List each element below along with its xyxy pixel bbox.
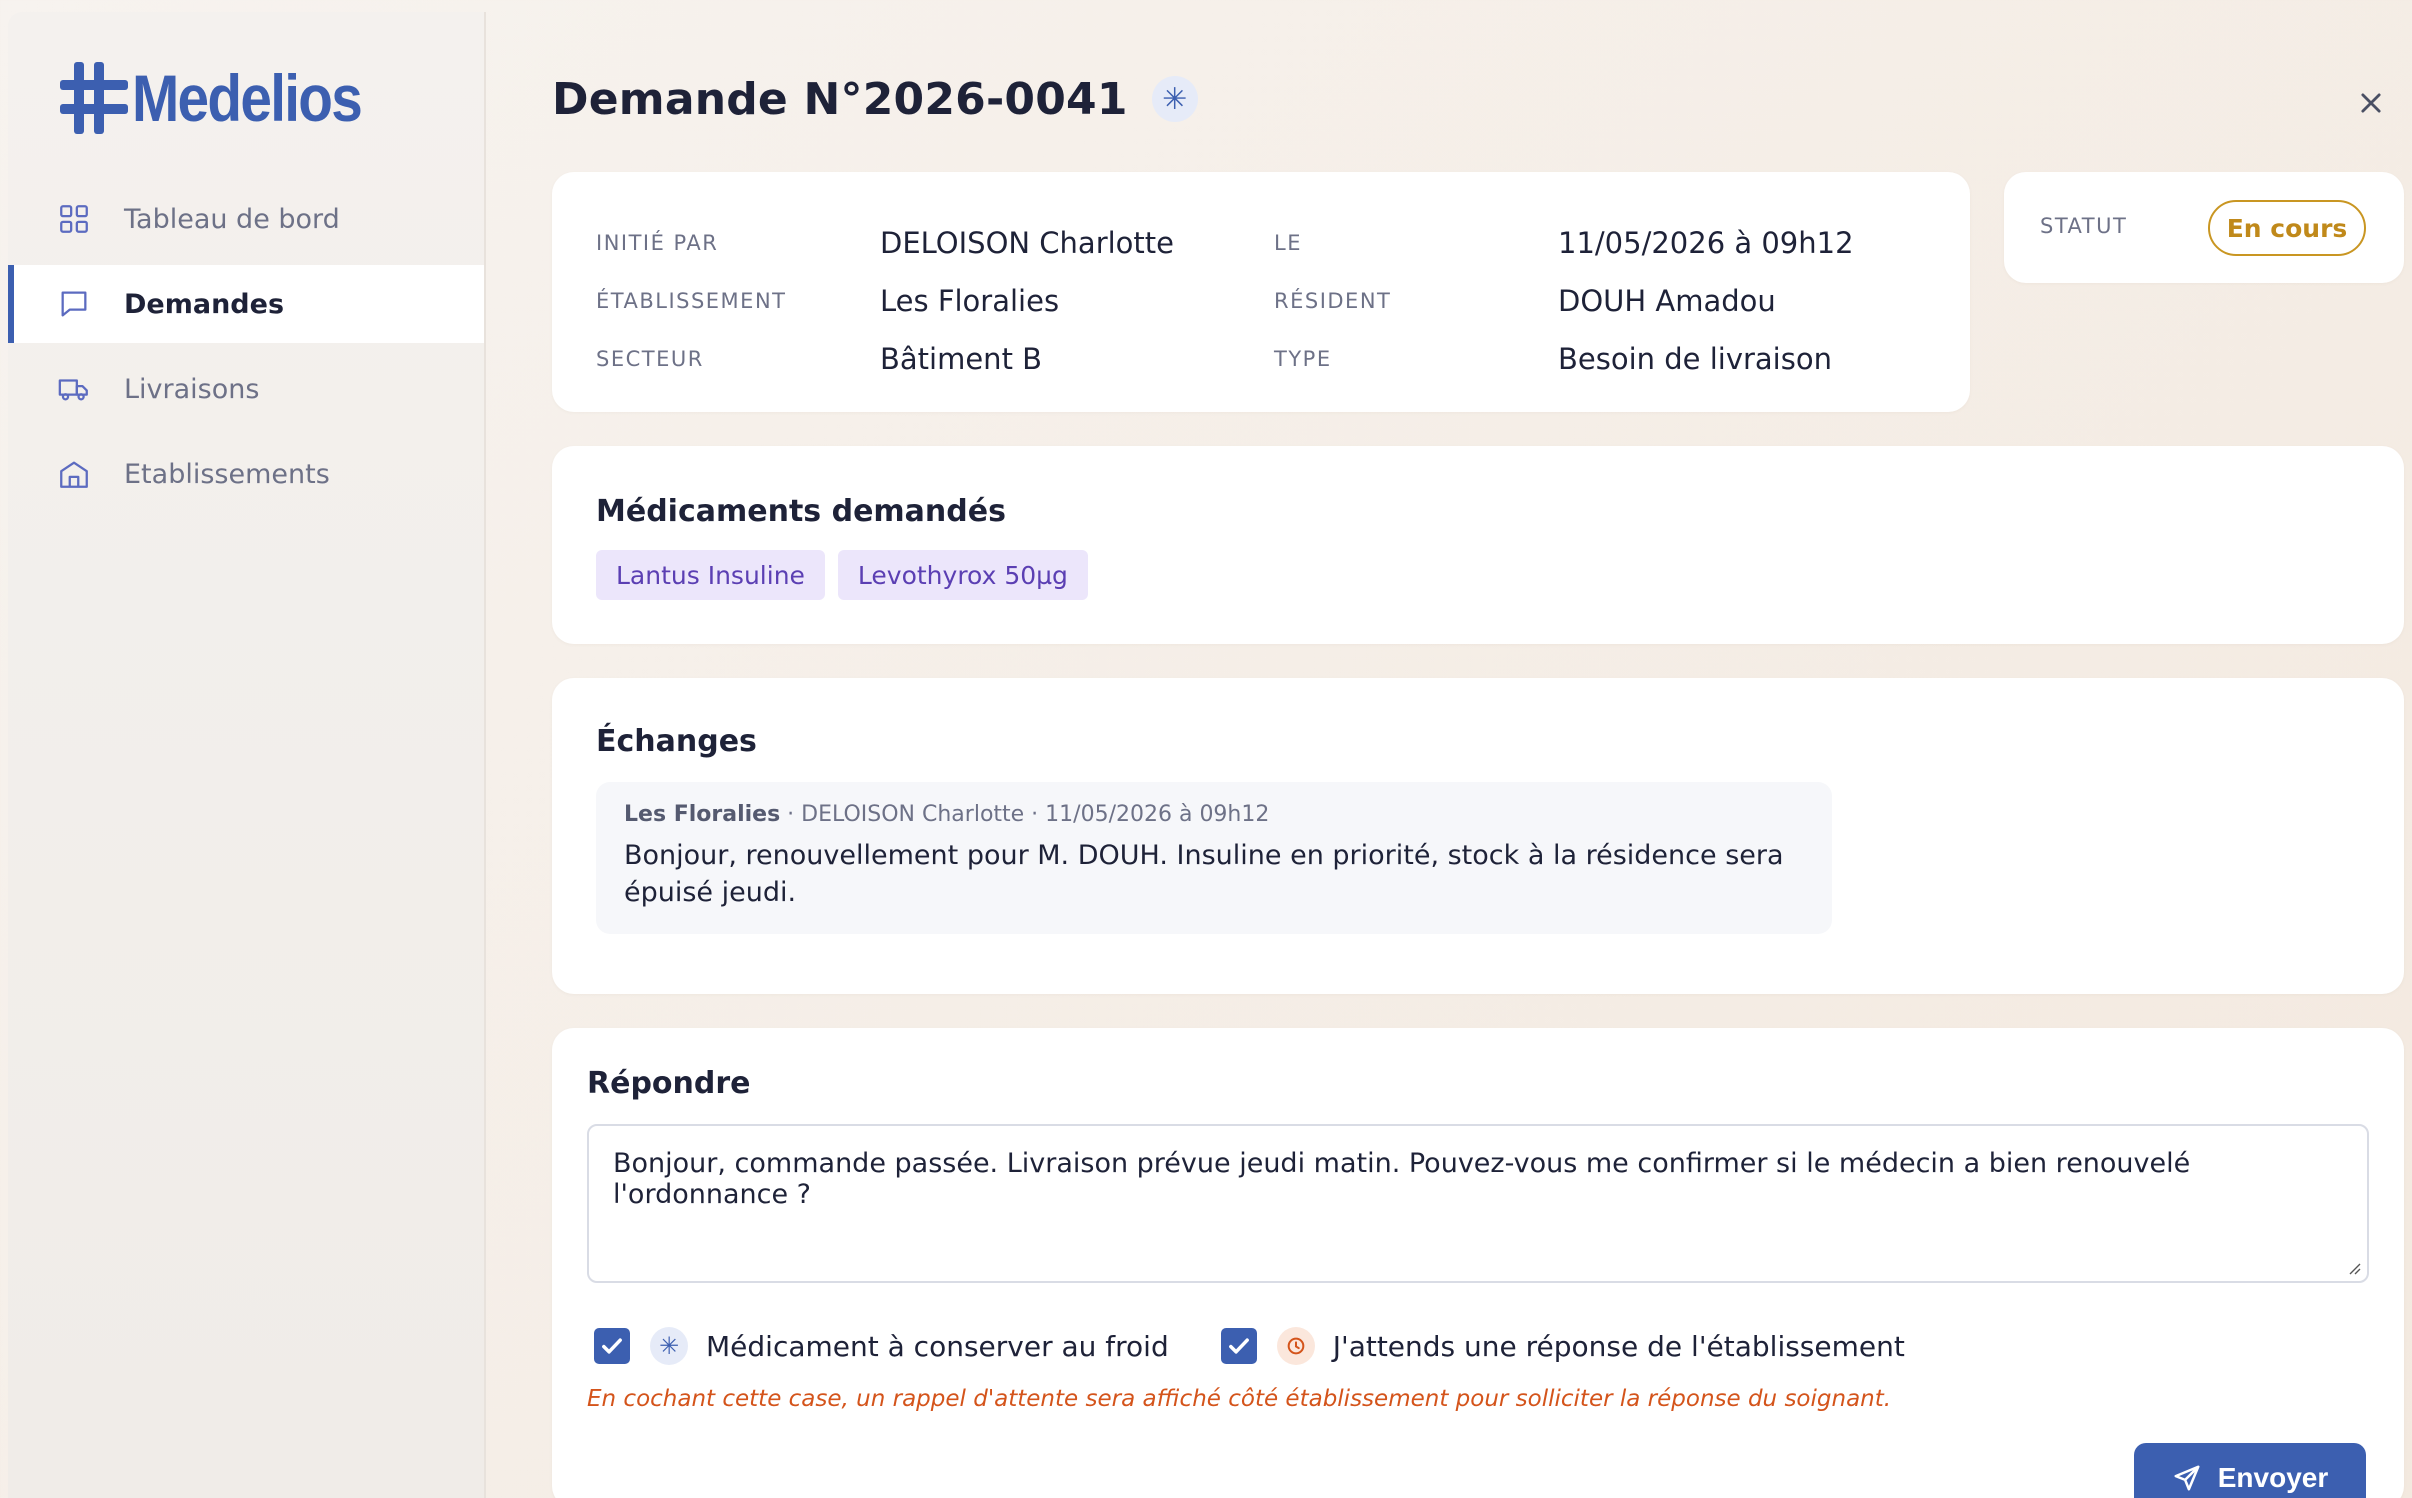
sidebar-item-label: Demandes [124,288,285,320]
sidebar-item-label: Etablissements [124,458,330,490]
sidebar-item-etablissements[interactable]: Etablissements [8,435,484,513]
initiated-by-value: DELOISON Charlotte [880,226,1175,260]
page-header: Demande N°2026-0041 ✳ [552,66,1198,132]
reply-options: ✳ Médicament à conserver au froid J'atte… [594,1324,1905,1368]
facility-value: Les Floralies [880,284,1060,318]
page-title: Demande N°2026-0041 [552,73,1128,125]
sector-value: Bâtiment B [880,342,1043,376]
close-icon [2361,93,2381,113]
sidebar-item-tableau-de-bord[interactable]: Tableau de bord [8,180,484,258]
sidebar-item-label: Livraisons [124,373,260,405]
sidebar-nav: Tableau de bord Demandes Livraisons Etab… [8,180,484,520]
medications-card: Médicaments demandés Lantus Insuline Lev… [552,446,2404,644]
sidebar-item-demandes[interactable]: Demandes [8,265,484,343]
message-facility: Les Floralies [624,802,781,827]
reply-textarea[interactable]: Bonjour, commande passée. Livraison prév… [587,1124,2369,1283]
medelios-logo-icon [60,62,128,134]
facility-label: Établissement [596,289,787,313]
date-label: Le [1274,231,1302,255]
building-icon [54,454,94,494]
message-author-date: · DELOISON Charlotte · 11/05/2026 à 09h1… [780,802,1270,827]
cold-storage-checkbox[interactable] [594,1328,630,1364]
clock-icon [1276,1327,1315,1365]
grid-icon [54,199,94,239]
cold-storage-label[interactable]: Médicament à conserver au froid [706,1330,1169,1363]
resident-value: DOUH Amadou [1558,284,1776,318]
medication-tag: Levothyrox 50µg [837,550,1088,600]
message-meta: Les Floralies · DELOISON Charlotte · 11/… [624,802,1804,827]
await-response-checkbox[interactable] [1220,1328,1257,1364]
status-badge: En cours [2208,200,2366,256]
chat-icon [54,284,94,324]
await-response-hint: En cochant cette case, un rappel d'atten… [587,1386,1892,1412]
brand-logo[interactable]: Medelios [58,60,398,136]
medications-title: Médicaments demandés [596,494,1006,529]
truck-icon [54,369,94,409]
checkmark-icon [1228,1338,1249,1354]
medication-tags: Lantus Insuline Levothyrox 50µg [596,550,1088,600]
resize-handle-icon[interactable] [2345,1259,2361,1275]
initiated-by-label: Initié par [596,231,719,255]
exchanges-card: Échanges Les Floralies · DELOISON Charlo… [552,678,2404,994]
send-icon [2174,1465,2200,1491]
message-text: Bonjour, renouvellement pour M. DOUH. In… [624,840,1784,908]
send-button[interactable]: Envoyer [2134,1443,2366,1498]
send-button-label: Envoyer [2217,1462,2329,1493]
reply-text: Bonjour, commande passée. Livraison prév… [613,1148,2191,1210]
snowflake-icon: ✳ [1151,76,1198,122]
status-card: Statut En cours [2004,172,2404,283]
reply-card: Répondre Bonjour, commande passée. Livra… [552,1028,2404,1498]
close-button[interactable] [2352,84,2390,122]
resident-label: Résident [1274,289,1392,313]
reply-title: Répondre [587,1066,751,1101]
exchanges-title: Échanges [596,724,757,759]
request-info-card: Initié par DELOISON Charlotte Le 11/05/2… [552,172,1970,412]
await-response-label[interactable]: J'attends une réponse de l'établissement [1333,1330,1905,1363]
checkmark-icon [602,1338,622,1354]
sidebar-item-label: Tableau de bord [124,203,340,235]
sidebar-item-livraisons[interactable]: Livraisons [8,350,484,428]
snowflake-icon: ✳ [650,1327,688,1365]
medication-tag: Lantus Insuline [596,550,825,600]
date-value: 11/05/2026 à 09h12 [1558,226,1854,260]
message-bubble: Les Floralies · DELOISON Charlotte · 11/… [596,782,1832,934]
type-label: Type [1274,347,1332,371]
status-label: Statut [2040,214,2128,238]
sector-label: Secteur [596,347,704,371]
brand-name: Medelios [132,61,363,135]
sidebar: Medelios Tableau de bord Demandes Livrai… [8,12,486,1498]
type-value: Besoin de livraison [1558,342,1832,376]
